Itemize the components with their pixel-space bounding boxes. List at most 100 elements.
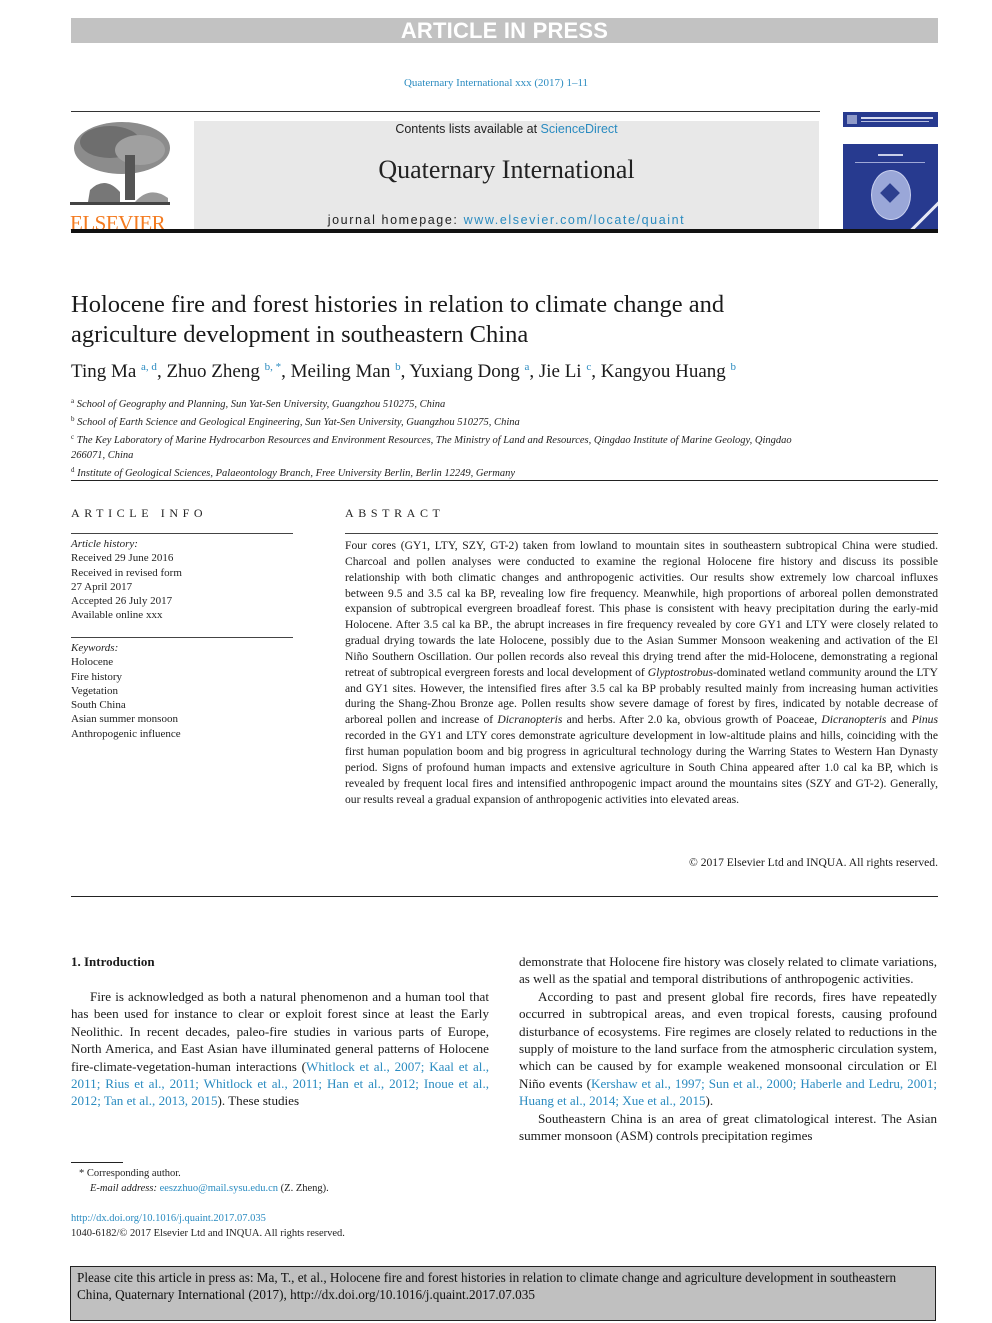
author[interactable]: Zhuo Zheng — [166, 361, 259, 382]
keywords-label: Keywords: — [71, 642, 119, 654]
abstract-divider — [345, 533, 938, 534]
author-affiliation-marker[interactable]: b, * — [265, 361, 282, 373]
section-divider — [71, 480, 938, 481]
affiliation: d Institute of Geological Sciences, Pala… — [71, 463, 811, 481]
author[interactable]: Jie Li — [539, 361, 582, 382]
elsevier-logo[interactable]: ELSEVIER — [70, 120, 173, 235]
taxon-name: Dicranopteris — [821, 713, 887, 727]
issn-copyright: 1040-6182/© 2017 Elsevier Ltd and INQUA.… — [71, 1228, 345, 1239]
affiliation-text: Institute of Geological Sciences, Palaeo… — [77, 467, 516, 479]
author[interactable]: Ting Ma — [71, 361, 136, 382]
journal-title: Quaternary International — [378, 155, 635, 184]
corresponding-author-label: * Corresponding author. — [79, 1168, 181, 1179]
article-info-heading: ARTICLE INFO — [71, 506, 208, 520]
author[interactable]: Meiling Man — [291, 361, 391, 382]
author-affiliation-marker[interactable]: a, d — [141, 361, 157, 373]
cite-this-article-box: Please cite this article in press as: Ma… — [70, 1266, 936, 1321]
abstract-text: Four cores (GY1, LTY, SZY, GT-2) taken f… — [345, 538, 938, 807]
email-label: E-mail address: — [90, 1183, 157, 1194]
footnote-divider — [71, 1162, 123, 1163]
paragraph: Southeastern China is an area of great c… — [519, 1110, 937, 1144]
author-affiliation-marker[interactable]: a — [524, 361, 529, 373]
history-item: Available online xxx — [71, 609, 163, 622]
taxon-name: Glyptostrobus — [647, 665, 713, 679]
article-info-divider — [71, 533, 293, 534]
contents-line: Contents lists available at ScienceDirec… — [194, 122, 819, 136]
article-title: Holocene fire and forest histories in re… — [71, 291, 725, 348]
paragraph-text: ). These studies — [217, 1093, 300, 1109]
keywords-divider — [71, 637, 293, 638]
cover-subtitle-line — [861, 121, 929, 122]
journal-cover-thumbnail[interactable] — [843, 112, 938, 230]
doi-block: http://dx.doi.org/10.1016/j.quaint.2017.… — [71, 1211, 345, 1241]
abstract-segment: and — [886, 713, 912, 727]
cover-title-line — [861, 117, 933, 119]
article-in-press-banner: ARTICLE IN PRESS — [71, 18, 938, 43]
header-divider — [71, 111, 820, 112]
article-history: Article history: Received 29 June 2016 R… — [71, 537, 293, 623]
affiliations: a School of Geography and Planning, Sun … — [71, 394, 811, 481]
contents-prefix: Contents lists available at — [395, 122, 541, 136]
header-thick-divider — [71, 229, 938, 233]
affiliation: b School of Earth Science and Geological… — [71, 412, 811, 430]
section-divider — [71, 896, 938, 897]
author-affiliation-marker[interactable]: c — [586, 361, 591, 373]
author[interactable]: Kangyou Huang — [601, 361, 726, 382]
paragraph: According to past and present global fir… — [519, 988, 937, 1110]
affiliation-text: School of Earth Science and Geological E… — [77, 417, 520, 429]
affiliation-key: c — [71, 433, 75, 442]
affiliation-key: d — [71, 465, 75, 474]
abstract-segment: recorded in the GY1 and LTY cores demons… — [345, 729, 938, 806]
journal-reference[interactable]: Quaternary International xxx (2017) 1–11 — [0, 77, 992, 89]
affiliation-key: b — [71, 415, 75, 424]
introduction-heading: 1. Introduction — [71, 954, 155, 969]
sciencedirect-link[interactable]: ScienceDirect — [541, 122, 618, 136]
corresponding-author-footnote: * Corresponding author. E-mail address: … — [79, 1166, 329, 1196]
taxon-name: Dicranopteris — [497, 713, 563, 727]
affiliation-text: School of Geography and Planning, Sun Ya… — [76, 399, 446, 410]
keyword: South China — [71, 699, 126, 712]
history-item: Received in revised form — [71, 566, 182, 579]
affiliation-text: The Key Laboratory of Marine Hydrocarbon… — [71, 435, 792, 461]
abstract-segment: Four cores (GY1, LTY, SZY, GT-2) taken f… — [345, 539, 938, 679]
doi-link[interactable]: http://dx.doi.org/10.1016/j.quaint.2017.… — [71, 1213, 266, 1224]
author-affiliation-marker[interactable]: b — [731, 361, 737, 373]
keyword: Asian summer monsoon — [71, 713, 178, 726]
author[interactable]: Yuxiang Dong — [409, 361, 519, 382]
keyword: Fire history — [71, 670, 123, 683]
abstract-segment: and herbs. After 2.0 ka, obvious growth … — [562, 713, 822, 727]
paragraph-text: ). — [705, 1093, 714, 1109]
cover-editor-line — [855, 162, 925, 163]
keyword: Anthropogenic influence — [71, 727, 181, 740]
body-column-left: Fire is acknowledged as both a natural p… — [71, 988, 489, 1110]
keyword: Vegetation — [71, 684, 119, 697]
homepage-prefix: journal homepage: — [327, 213, 464, 227]
abstract-copyright: © 2017 Elsevier Ltd and INQUA. All right… — [688, 856, 938, 869]
journal-masthead: Contents lists available at ScienceDirec… — [194, 121, 819, 229]
keywords: Keywords: Holocene Fire history Vegetati… — [71, 641, 293, 741]
affiliation: c The Key Laboratory of Marine Hydrocarb… — [71, 430, 811, 462]
cover-elsevier-icon — [847, 115, 857, 124]
journal-homepage-link[interactable]: www.elsevier.com/locate/quaint — [464, 213, 686, 227]
journal-homepage-line: journal homepage: www.elsevier.com/locat… — [194, 213, 819, 227]
taxon-name: Pinus — [911, 713, 938, 727]
keyword: Holocene — [71, 656, 114, 669]
email-line: E-mail address: eeszzhuo@mail.sysu.edu.c… — [79, 1181, 329, 1196]
cover-band — [843, 127, 938, 144]
affiliation-key: a — [71, 397, 75, 405]
article-history-label: Article history: — [71, 538, 138, 550]
elsevier-tree-icon — [70, 120, 170, 208]
body-column-right: demonstrate that Holocene fire history w… — [519, 953, 937, 1144]
history-item: Received 29 June 2016 — [71, 552, 174, 565]
affiliation: a School of Geography and Planning, Sun … — [71, 394, 811, 412]
author-list: Ting Ma a, d, Zhuo Zheng b, *, Meiling M… — [71, 361, 737, 382]
paragraph: demonstrate that Holocene fire history w… — [519, 954, 937, 987]
cover-issue-line — [878, 154, 903, 156]
email-suffix: (Z. Zheng). — [278, 1183, 329, 1194]
author-affiliation-marker[interactable]: b — [395, 361, 401, 373]
history-item: 27 April 2017 — [71, 580, 133, 593]
history-item: Accepted 26 July 2017 — [71, 595, 173, 608]
paragraph: Fire is acknowledged as both a natural p… — [71, 988, 489, 1110]
abstract-heading: ABSTRACT — [345, 506, 445, 520]
email-link[interactable]: eeszzhuo@mail.sysu.edu.cn — [160, 1183, 278, 1194]
